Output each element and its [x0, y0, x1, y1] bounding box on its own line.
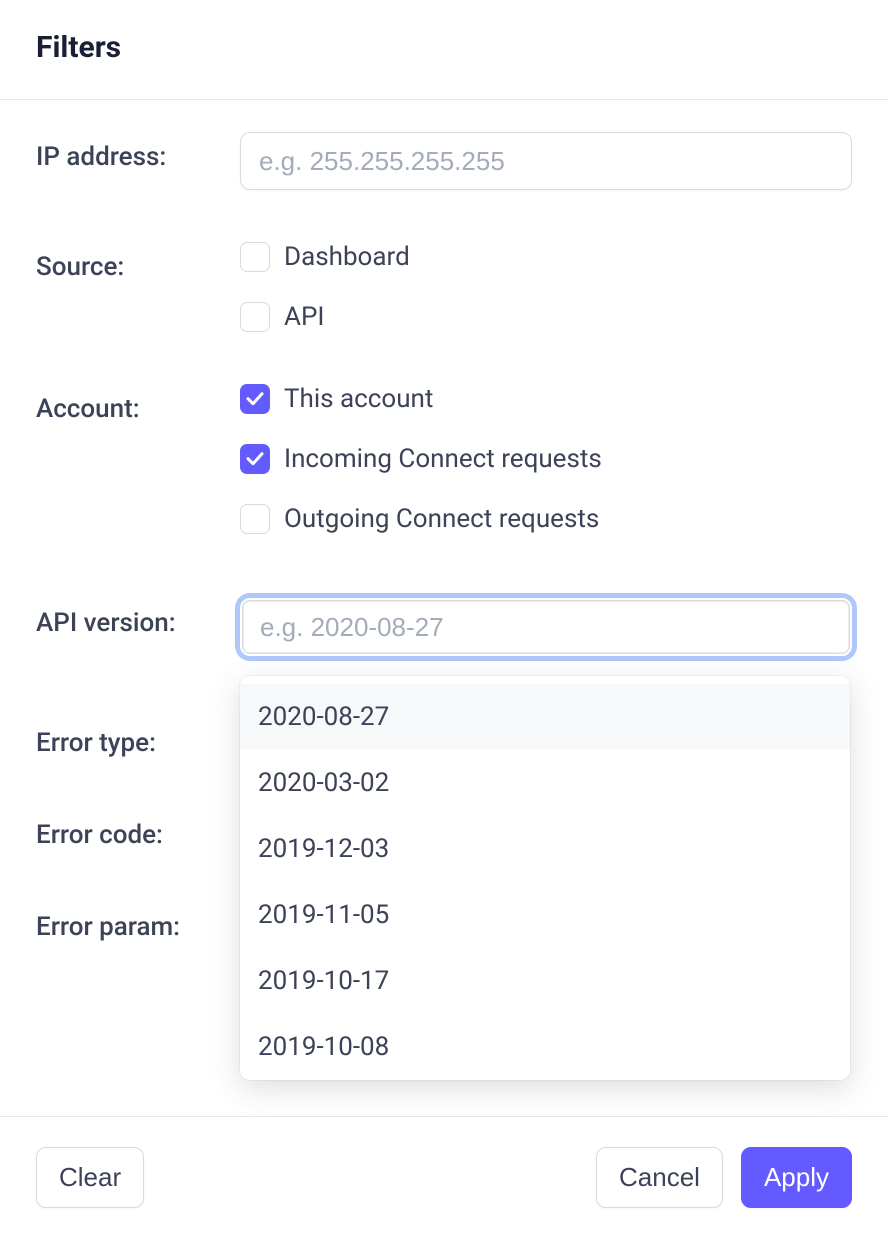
- api-version-option[interactable]: 2019-10-17: [240, 948, 850, 1014]
- api-version-option[interactable]: 2019-12-03: [240, 816, 850, 882]
- source-control: Dashboard API: [240, 242, 852, 332]
- api-version-option[interactable]: 2019-11-05: [240, 882, 850, 948]
- incoming-connect-checkbox-label: Incoming Connect requests: [284, 444, 602, 474]
- error-param-label: Error param:: [36, 902, 240, 942]
- account-checkbox-group: This account Incoming Connect requests O…: [240, 384, 852, 534]
- source-checkbox-group: Dashboard API: [240, 242, 852, 332]
- api-checkbox-label: API: [284, 302, 324, 332]
- api-version-dropdown: 2020-08-27 2020-03-02 2019-12-03 2019-11…: [240, 676, 850, 1080]
- ip-address-input[interactable]: [240, 132, 852, 190]
- source-option-dashboard[interactable]: Dashboard: [240, 242, 852, 272]
- checkmark-icon: [246, 392, 264, 406]
- api-checkbox[interactable]: [240, 302, 270, 332]
- error-code-label: Error code:: [36, 810, 240, 850]
- outgoing-connect-checkbox[interactable]: [240, 504, 270, 534]
- api-version-control: 2020-08-27 2020-03-02 2019-12-03 2019-11…: [240, 598, 852, 656]
- api-version-option[interactable]: 2019-10-08: [240, 1014, 850, 1080]
- api-version-option[interactable]: 2020-03-02: [240, 750, 850, 816]
- outgoing-connect-checkbox-label: Outgoing Connect requests: [284, 504, 599, 534]
- dashboard-checkbox-label: Dashboard: [284, 242, 410, 272]
- filters-form: IP address: Source: Dashboard API: [0, 100, 888, 1032]
- apply-button[interactable]: Apply: [741, 1147, 852, 1208]
- api-version-label: API version:: [36, 598, 240, 638]
- api-version-option[interactable]: 2020-08-27: [240, 684, 850, 750]
- account-control: This account Incoming Connect requests O…: [240, 384, 852, 534]
- ip-address-label: IP address:: [36, 132, 240, 172]
- api-version-input[interactable]: [240, 598, 852, 656]
- row-account: Account: This account Incoming Connect r…: [36, 384, 852, 534]
- filters-panel: Filters IP address: Source: Dashboard: [0, 0, 888, 1032]
- row-source: Source: Dashboard API: [36, 242, 852, 332]
- source-label: Source:: [36, 242, 240, 282]
- ip-address-control: [240, 132, 852, 190]
- clear-button[interactable]: Clear: [36, 1147, 144, 1208]
- row-ip-address: IP address:: [36, 132, 852, 190]
- source-option-api[interactable]: API: [240, 302, 852, 332]
- panel-title: Filters: [36, 30, 852, 65]
- this-account-checkbox-label: This account: [284, 384, 433, 414]
- panel-header: Filters: [0, 0, 888, 99]
- panel-footer: Clear Cancel Apply: [0, 1116, 888, 1238]
- this-account-checkbox[interactable]: [240, 384, 270, 414]
- dashboard-checkbox[interactable]: [240, 242, 270, 272]
- footer-action-group: Cancel Apply: [596, 1147, 852, 1208]
- account-option-incoming[interactable]: Incoming Connect requests: [240, 444, 852, 474]
- checkmark-icon: [246, 452, 264, 466]
- account-option-this-account[interactable]: This account: [240, 384, 852, 414]
- error-type-label: Error type:: [36, 718, 240, 758]
- account-option-outgoing[interactable]: Outgoing Connect requests: [240, 504, 852, 534]
- account-label: Account:: [36, 384, 240, 424]
- cancel-button[interactable]: Cancel: [596, 1147, 723, 1208]
- incoming-connect-checkbox[interactable]: [240, 444, 270, 474]
- row-api-version: API version: 2020-08-27 2020-03-02 2019-…: [36, 598, 852, 656]
